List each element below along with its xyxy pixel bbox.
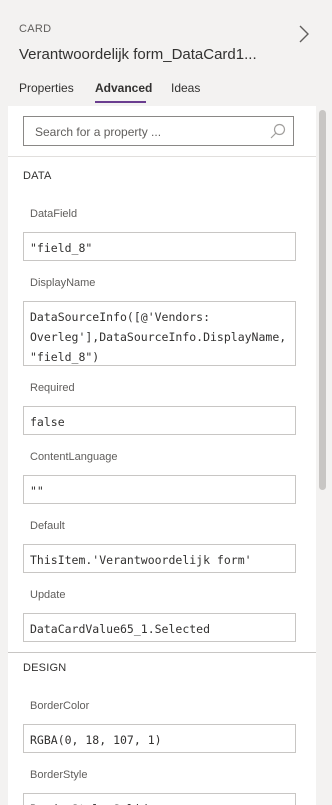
default-input[interactable]: ThisItem.'Verantwoordelijk form' [23, 544, 296, 573]
required-input[interactable]: false [23, 406, 296, 435]
chevron-right-icon[interactable] [296, 24, 312, 44]
displayname-input[interactable]: DataSourceInfo([@'Vendors: Overleg'],Dat… [23, 301, 296, 366]
design-section-title: DESIGN [23, 662, 67, 674]
bordercolor-label: BorderColor [30, 700, 90, 712]
card-kind-label: CARD [19, 23, 52, 35]
update-input[interactable]: DataCardValue65_1.Selected [23, 613, 296, 642]
active-tab-indicator [95, 101, 146, 103]
bordercolor-input[interactable]: RGBA(0, 18, 107, 1) [23, 724, 296, 753]
scrollbar-thumb[interactable] [319, 110, 326, 490]
update-label: Update [30, 589, 66, 601]
card-title: Verantwoordelijk form_DataCard1... [19, 46, 257, 63]
tab-advanced[interactable]: Advanced [95, 80, 152, 96]
search-placeholder: Search for a property ... [35, 125, 162, 139]
tab-ideas[interactable]: Ideas [171, 80, 200, 96]
card-header: CARD Verantwoordelijk form_DataCard1... … [0, 0, 332, 104]
datafield-input[interactable]: "field_8" [23, 232, 296, 261]
required-label: Required [30, 382, 75, 394]
search-row: Search for a property ... [8, 106, 316, 157]
displayname-label: DisplayName [30, 277, 96, 289]
borderstyle-label: BorderStyle [30, 769, 88, 781]
data-section-title: DATA [23, 170, 52, 182]
default-label: Default [30, 520, 65, 532]
tab-properties[interactable]: Properties [19, 80, 74, 96]
search-icon [270, 123, 286, 139]
contentlanguage-label: ContentLanguage [30, 451, 118, 463]
property-search-input[interactable]: Search for a property ... [23, 116, 294, 146]
advanced-properties-panel: Search for a property ... DATA DataField… [8, 106, 316, 805]
tab-bar: Properties Advanced Ideas [0, 80, 332, 104]
borderstyle-input[interactable]: BorderStyle.Solid [23, 793, 296, 805]
datafield-label: DataField [30, 208, 78, 220]
section-divider [8, 652, 316, 653]
contentlanguage-input[interactable]: "" [23, 475, 296, 504]
